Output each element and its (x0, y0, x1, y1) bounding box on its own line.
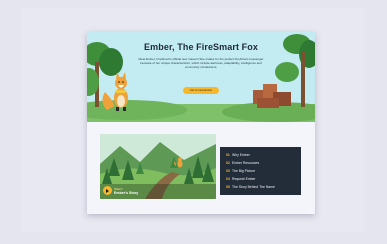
get-to-know-ember-button[interactable]: Get to know Ember (183, 87, 219, 94)
menu-item-story-behind-name[interactable]: 05 The Story Behind The Name (220, 183, 301, 191)
video-thumbnail[interactable]: Watch Ember's Story (100, 134, 216, 199)
menu-item-big-picture[interactable]: 03 The Big Picture (220, 167, 301, 175)
menu-item-label: The Story Behind The Name (232, 185, 275, 189)
menu-item-label: Request Ember (232, 177, 256, 181)
menu-item-label: The Big Picture (232, 169, 256, 173)
page-title: Ember, The FireSmart Fox (144, 42, 258, 52)
menu-item-ember-resources[interactable]: 02 Ember Resources (220, 159, 301, 167)
menu-item-why-ember[interactable]: 01 Why Ember (220, 151, 301, 159)
hero-description: Meet Ember, FireSmart's official new mas… (138, 57, 264, 69)
menu-item-label: Why Ember (232, 153, 250, 157)
menu-item-request-ember[interactable]: 04 Request Ember (220, 175, 301, 183)
play-icon[interactable] (103, 186, 112, 195)
menu-item-label: Ember Resources (232, 161, 260, 165)
hero-section: Ember, The FireSmart Fox Meet Ember, Fir… (87, 32, 315, 122)
video-title: Ember's Story (114, 191, 139, 195)
web-page-preview: Ember, The FireSmart Fox Meet Ember, Fir… (87, 32, 315, 214)
content-section: Watch Ember's Story 01 Why Ember 02 Embe… (87, 122, 315, 214)
section-menu: 01 Why Ember 02 Ember Resources 03 The B… (220, 147, 301, 195)
